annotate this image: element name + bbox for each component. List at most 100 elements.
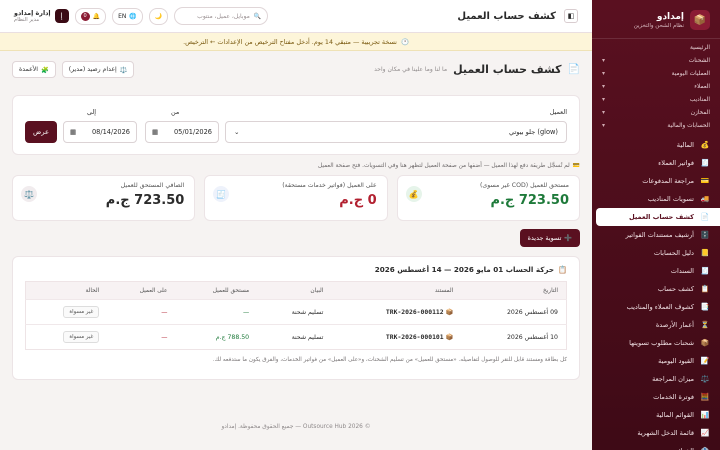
- sidebar-item-9[interactable]: 📑 كشوف العملاء والمناديب: [592, 298, 720, 316]
- sidebar-item-icon: ⚖️: [700, 375, 710, 383]
- sidebar-section-3[interactable]: العملاء ▾: [602, 80, 710, 93]
- ledger-title: حركة الحساب 01 مايو 2026 — 14 أغسطس 2026: [374, 265, 555, 274]
- sidebar: 📦 إمدادو نظام الشحن والتخزين الرئيسية الش…: [592, 0, 720, 450]
- sidebar-item-3[interactable]: 🚚 تسويات المناديب: [592, 190, 720, 208]
- stat-card-2[interactable]: الصافي المستحق للعميل 723.50 ج.م ⚖️: [12, 175, 196, 221]
- sidebar-item-4[interactable]: 📄 كشف حساب العميل: [596, 208, 720, 226]
- chevron-down-icon: ▾: [602, 109, 606, 116]
- row-document-link[interactable]: TRK-2026-000112: [386, 308, 444, 316]
- sidebar-section-label: الحسابات والمالية: [667, 122, 710, 129]
- table-row[interactable]: 10 أغسطس 2026 📦 TRK-2026-000101 تسليم شحنة…: [25, 324, 567, 350]
- to-date-value: 08/14/2026: [91, 128, 130, 136]
- stat-label: على العميل (فواتير خدمات مستحقة): [282, 182, 377, 189]
- sidebar-item-7[interactable]: 🧾 السندات: [592, 262, 720, 280]
- sidebar-item-15[interactable]: 📊 القوائم المالية: [592, 406, 720, 424]
- chevron-down-icon: ▾: [602, 83, 606, 90]
- opening-balance-button[interactable]: ⚖️ إعدام رصيد (مدير): [61, 61, 135, 78]
- to-date-input[interactable]: 08/14/2026 ▦: [63, 121, 137, 143]
- from-label: من: [171, 108, 180, 116]
- sidebar-item-5[interactable]: 🗄️ أرشيف مستندات الفواتير: [592, 226, 720, 244]
- ledger-header-row: التاريخ المستند البيان مستحق للعميل على العم…: [25, 281, 567, 300]
- sidebar-section-4[interactable]: المناديب ▾: [602, 93, 710, 106]
- package-icon: 📦: [443, 309, 454, 316]
- sidebar-item-label: فواتير العملاء: [658, 159, 694, 167]
- sidebar-item-label: قائمة الدخل الشهرية: [637, 429, 694, 437]
- user-role: مدير النظام: [14, 17, 40, 23]
- calendar-icon: ▦: [70, 128, 77, 136]
- sidebar-item-icon: 📋: [700, 285, 710, 293]
- row-status: غير مسواة: [25, 299, 108, 325]
- new-settlement-label: تسوية جديدة: [527, 234, 562, 242]
- theme-toggle[interactable]: 🌙: [148, 7, 169, 25]
- ledger-note: كل بطاقة ومستند قابل للنقر للوصول لتفاصي…: [212, 357, 567, 363]
- row-debit: —: [107, 324, 176, 350]
- stat-value: 0 ج.م: [339, 193, 377, 208]
- sidebar-section-0[interactable]: الرئيسية: [602, 41, 710, 54]
- sidebar-item-icon: 🧾: [700, 267, 710, 275]
- sidebar-section-label: العمليات اليومية: [671, 70, 710, 77]
- sidebar-item-icon: 📄: [700, 213, 710, 221]
- ledger-card: 📋 حركة الحساب 01 مايو 2026 — 14 أغسطس 20…: [12, 256, 580, 380]
- row-status: غير مسواة: [25, 324, 108, 350]
- logo-icon: 📦: [690, 10, 710, 30]
- status-badge: غير مسواة: [63, 306, 100, 318]
- from-date-input[interactable]: 05/01/2026 ▦: [145, 121, 219, 143]
- brand[interactable]: 📦 إمدادو نظام الشحن والتخزين: [592, 0, 720, 39]
- columns-button[interactable]: 🧩 الأعمدة: [12, 61, 56, 78]
- sidebar-sections: الرئيسية الشحنات ▾ العمليات اليومية ▾ العملاء…: [592, 39, 720, 132]
- sidebar-section-label: الرئيسية: [690, 44, 710, 51]
- row-debit: —: [107, 299, 176, 325]
- client-value: (glow) جلو بيوتي: [508, 128, 558, 136]
- sidebar-item-12[interactable]: 📝 القيود اليومية: [592, 352, 720, 370]
- ledger-column-header: الحالة: [25, 281, 108, 300]
- sidebar-toggle-icon[interactable]: ◧: [564, 9, 578, 23]
- sidebar-section-6[interactable]: الحسابات والمالية ▾: [602, 119, 710, 132]
- client-select[interactable]: (glow) جلو بيوتي ⌄: [225, 121, 567, 143]
- sidebar-item-0[interactable]: 💰 المالية: [592, 136, 720, 154]
- stat-card-1[interactable]: على العميل (فواتير خدمات مستحقة) 0 ج.م 🧾: [204, 175, 388, 221]
- stat-card-0[interactable]: مستحق للعميل (COD غير مسوى) 723.50 ج.م 💰: [396, 175, 580, 221]
- sidebar-item-label: السندات: [670, 267, 694, 275]
- row-description: تسليم شحنة: [257, 299, 332, 325]
- status-badge: غير مسواة: [63, 331, 100, 343]
- sidebar-item-2[interactable]: 💳 مراجعة المدفوعات: [592, 172, 720, 190]
- sidebar-item-10[interactable]: ⏳ أعمار الأرصدة: [592, 316, 720, 334]
- moon-icon: 🌙: [154, 12, 163, 20]
- search-input[interactable]: 🔍 موبايل، عميل، منتوب: [174, 7, 269, 25]
- row-document-link[interactable]: TRK-2026-000101: [386, 333, 444, 341]
- sidebar-section-5[interactable]: المخازن ▾: [602, 106, 710, 119]
- sidebar-item-1[interactable]: 🧾 فواتير العملاء: [592, 154, 720, 172]
- new-settlement-button[interactable]: ➕ تسوية جديدة: [520, 229, 580, 247]
- sidebar-section-1[interactable]: الشحنات ▾: [602, 54, 710, 67]
- stat-label: الصافي المستحق للعميل: [120, 182, 185, 189]
- to-label: إلى: [87, 108, 97, 116]
- sidebar-item-17[interactable]: 🏦الخزائن: [592, 442, 720, 450]
- sidebar-item-label: كشوف العملاء والمناديب: [626, 303, 694, 311]
- sidebar-item-11[interactable]: 📦 شحنات مطلوب تسويتها: [592, 334, 720, 352]
- sidebar-item-6[interactable]: 📒 دليل الحسابات: [592, 244, 720, 262]
- sidebar-item-label: فوترة الخدمات: [653, 393, 694, 401]
- notifications-button[interactable]: 🔔 0: [74, 7, 107, 25]
- chevron-down-icon: ⌄: [234, 128, 240, 136]
- language-switch[interactable]: 🌐 EN: [112, 7, 143, 25]
- row-document: 📦 TRK-2026-000112: [331, 299, 462, 325]
- show-button[interactable]: عرض: [25, 121, 57, 143]
- sidebar-item-13[interactable]: ⚖️ ميزان المراجعة: [592, 370, 720, 388]
- payment-method-note[interactable]: 💳 لم تُسجَّل طريقة دفع لهذا العميل — أضف…: [12, 163, 580, 169]
- sidebar-item-label: دليل الحسابات: [653, 249, 694, 257]
- sidebar-item-14[interactable]: 🧮 فوترة الخدمات: [592, 388, 720, 406]
- stat-value: 723.50 ج.م: [490, 193, 569, 208]
- page-title: كشف حساب العميل: [453, 63, 562, 76]
- sidebar-item-8[interactable]: 📋 كشف حساب: [592, 280, 720, 298]
- sidebar-section-2[interactable]: العمليات اليومية ▾: [602, 67, 710, 80]
- table-row[interactable]: 09 أغسطس 2026 📦 TRK-2026-000112 تسليم شحنة…: [25, 299, 567, 325]
- sidebar-item-icon: 📈: [700, 429, 710, 437]
- user-menu[interactable]: إ إدارة إمدادو مدير النظام: [14, 9, 69, 23]
- filter-card: العميل (glow) جلو بيوتي ⌄ من 05/01/2026 …: [12, 95, 580, 155]
- sidebar-item-icon: 🧾: [700, 159, 710, 167]
- sidebar-item-label: تسويات المناديب: [647, 195, 694, 203]
- puzzle-icon: 🧩: [41, 66, 49, 74]
- sidebar-item-label: المالية: [676, 141, 694, 149]
- from-date-value: 05/01/2026: [173, 128, 212, 136]
- sidebar-item-16[interactable]: 📈 قائمة الدخل الشهرية: [592, 424, 720, 442]
